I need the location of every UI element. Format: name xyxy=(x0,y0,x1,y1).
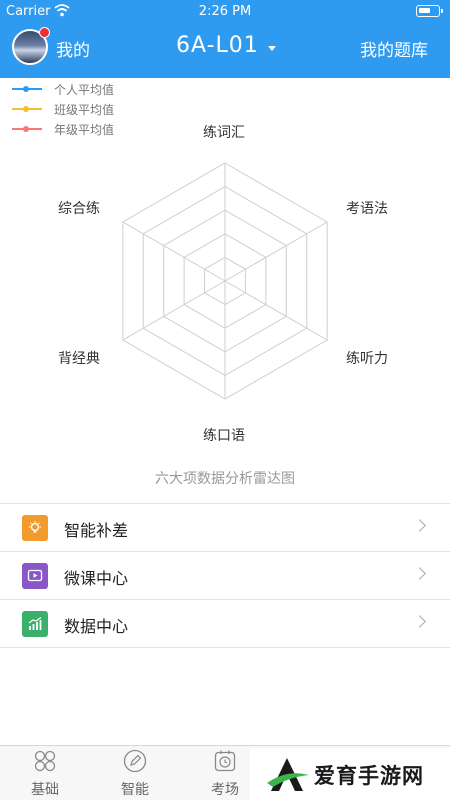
axis-label-comprehensive: 综合练 xyxy=(58,201,100,217)
bar-chart-icon xyxy=(22,611,48,637)
watermark: 爱育手游网 xyxy=(250,748,450,800)
feature-menu: 智能补差 微课中心 数据中心 xyxy=(0,503,450,648)
lightbulb-icon xyxy=(22,515,48,541)
unit-selector[interactable]: 6A-L01 xyxy=(176,33,259,58)
clock-icon xyxy=(214,750,236,772)
tab-label: 智能 xyxy=(121,782,149,798)
menu-label: 智能补差 xyxy=(64,521,129,540)
watermark-text: 爱育手游网 xyxy=(314,764,424,788)
chevron-down-icon[interactable] xyxy=(268,46,276,51)
my-profile-link[interactable]: 我的 xyxy=(56,36,90,61)
tab-smart[interactable]: 智能 xyxy=(90,746,180,800)
question-bank-button[interactable]: 我的题库 xyxy=(360,36,428,61)
menu-label: 微课中心 xyxy=(64,569,129,588)
menu-item-micro-course[interactable]: 微课中心 xyxy=(0,552,450,600)
radar-spoke xyxy=(122,221,226,282)
app-root: Carrier 2:26 PM 我的 6A-L01 我的题库 个人平均值 班级平… xyxy=(0,0,450,800)
chevron-right-icon xyxy=(413,567,426,580)
status-time: 2:26 PM xyxy=(198,4,252,19)
tab-label: 基础 xyxy=(31,782,59,798)
legend-dot xyxy=(23,86,29,92)
chart-title: 六大项数据分析雷达图 xyxy=(155,471,295,487)
radar-spoke xyxy=(224,280,328,341)
battery-icon xyxy=(416,5,443,17)
radar-grid xyxy=(122,162,328,400)
chevron-right-icon xyxy=(413,519,426,532)
axis-label-listening: 练听力 xyxy=(346,351,388,367)
chevron-right-icon xyxy=(413,615,426,628)
axis-label-grammar: 考语法 xyxy=(346,201,388,217)
notification-badge xyxy=(39,27,50,38)
top-header: Carrier 2:26 PM 我的 6A-L01 我的题库 xyxy=(0,0,450,78)
video-icon xyxy=(22,563,48,589)
radar-chart: 练词汇 考语法 练听力 练口语 背经典 综合练 六大项数据分析雷达图 xyxy=(0,115,450,495)
menu-label: 数据中心 xyxy=(64,617,129,636)
watermark-logo-icon xyxy=(267,758,309,791)
status-bar: Carrier 2:26 PM xyxy=(0,0,450,24)
menu-item-smart-remedial[interactable]: 智能补差 xyxy=(0,504,450,552)
legend-dot xyxy=(23,106,29,112)
grid-petal-icon xyxy=(34,750,56,772)
pencil-icon xyxy=(123,749,147,773)
legend-label: 个人平均值 xyxy=(54,83,115,97)
axis-label-vocabulary: 练词汇 xyxy=(203,125,245,141)
tab-basic[interactable]: 基础 xyxy=(0,746,90,800)
menu-item-data-center[interactable]: 数据中心 xyxy=(0,600,450,648)
axis-label-classics: 背经典 xyxy=(58,351,100,367)
axis-label-speaking: 练口语 xyxy=(203,428,245,444)
radar-spoke xyxy=(122,280,226,341)
radar-spoke xyxy=(224,221,328,282)
